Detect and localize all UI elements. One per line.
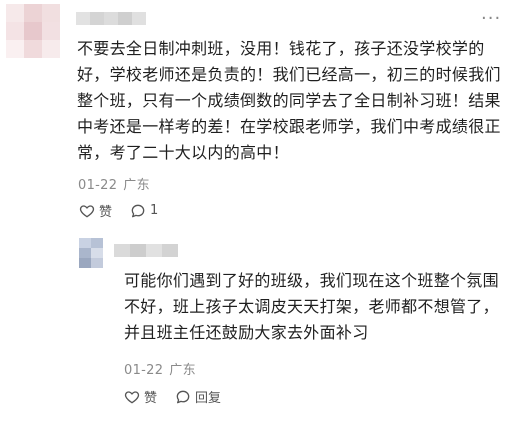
comment-bubble-icon	[176, 390, 190, 403]
reply-count: 1	[150, 203, 159, 218]
comment-bubble-icon	[131, 204, 145, 217]
comment-date: 01-22	[78, 178, 118, 193]
heart-icon	[124, 390, 140, 403]
reply-text: 可能你们遇到了好的班级，我们现在这个班整个氛围不好，班上孩子太调皮天天打架，老师…	[124, 271, 499, 342]
like-label: 赞	[144, 391, 158, 406]
comment-text: 不要去全日制冲刺班，没用！钱花了，孩子还没学校学的好，学校老师还是负责的！我们已…	[77, 39, 501, 162]
reply-button[interactable]: 回复	[175, 387, 221, 406]
like-button[interactable]: 赞	[79, 201, 112, 220]
reply-date: 01-22	[124, 363, 164, 378]
reply-label: 回复	[195, 391, 222, 406]
like-label: 赞	[99, 205, 113, 220]
reply-actions: 赞 回复	[124, 387, 221, 406]
reply-location: 广东	[169, 363, 196, 378]
username[interactable]	[76, 12, 146, 25]
reply-username[interactable]	[114, 244, 178, 257]
like-button[interactable]: 赞	[124, 387, 157, 406]
ellipsis-icon[interactable]: ···	[481, 10, 501, 28]
reply-button[interactable]: 1	[130, 203, 158, 219]
comment-meta: 01-22 广东	[78, 174, 150, 193]
reply-avatar[interactable]	[79, 238, 103, 268]
comment-actions: 赞 1	[79, 201, 158, 220]
comment-location: 广东	[123, 178, 150, 193]
heart-icon	[79, 204, 95, 217]
reply-meta: 01-22 广东	[124, 359, 196, 378]
avatar[interactable]	[6, 4, 60, 58]
